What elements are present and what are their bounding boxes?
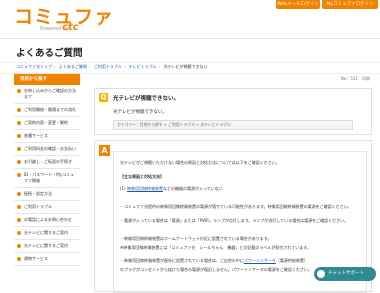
breadcrumb-item[interactable]: ご利用トラブル <box>94 64 122 69</box>
sidebar-item[interactable]: ID・パスワード・Myコミュファ情報 <box>14 169 80 188</box>
answer-intro: 光テレビがご視聴いただけない場合の原因と対処方法については以下をご確認ください。 <box>120 160 280 165</box>
bullet-icon <box>17 121 21 125</box>
bullet-icon <box>17 147 21 151</box>
sidebar-item[interactable]: お申し込みからご確認の方法まで <box>14 85 80 104</box>
sidebar-item[interactable]: お引越し・ご転居の手続き <box>14 156 80 169</box>
question-text: 光テレビが視聴できない。 <box>113 110 167 115</box>
answer-text-6: のプラグがコンセントから抜けた場合の電源が復旧しません。パワーインサータの電源を… <box>120 267 312 272</box>
breadcrumb-current: 光テレビが視聴できない <box>163 64 208 69</box>
logo-ctc: ctc <box>62 22 79 33</box>
sidebar-item[interactable]: ご利用トラブル <box>14 201 80 214</box>
bullet-icon <box>17 134 21 138</box>
bullet-icon <box>17 192 21 196</box>
question-badge: Q <box>99 93 108 102</box>
webmail-login-button[interactable]: Webメールログイン <box>276 0 320 9</box>
breadcrumb-item[interactable]: コミュファ光トップ <box>16 64 52 69</box>
sidebar-item[interactable]: ご契約内容・変更・解約 <box>14 117 80 130</box>
answer-item-1: (1) 映像用回線終端装置などの機器の電源が入っていない <box>120 186 223 191</box>
question-box: Q 光テレビが視聴できない。 光テレビが視聴できない。 カテゴリー：目的から探す… <box>94 88 372 135</box>
answer-text-5: ・映像用回線終端装置が屋外に設置されている場合は、ご自宅の中にパワーインサータ（… <box>120 258 308 263</box>
faq-number: No：511 印刷 <box>340 76 370 81</box>
bullet-icon <box>17 173 21 177</box>
answer-heading: 【主な原因と対処方法】 <box>120 174 164 179</box>
bullet-icon <box>17 205 21 209</box>
bullet-icon <box>17 244 21 248</box>
equipment-link[interactable]: 映像用回線終端装置 <box>127 186 163 191</box>
power-inserter-link[interactable]: パワーインサータ <box>244 258 276 263</box>
question-category: カテゴリー：目的から探す > ご利用トラブル > 光テレビトラブル <box>113 120 353 130</box>
chat-support-button[interactable]: チャットサポート <box>314 267 376 281</box>
sidebar-item[interactable]: 接続・設定方法 <box>14 188 80 201</box>
question-title: 光テレビが視聴できない。 <box>113 96 180 102</box>
breadcrumb-item[interactable]: テレビトラブル <box>129 64 157 69</box>
bullet-icon <box>17 89 21 93</box>
chat-icon <box>317 270 325 278</box>
answer-text-4: ※映像用回線終端装置には「コミュファ光 シールちゃん 機器」とが記載のラベルが貼… <box>120 245 311 250</box>
answer-badge: A <box>99 145 110 156</box>
bullet-icon <box>17 257 21 261</box>
sidebar: 目的から探す お申し込みからご確認の方法まで ご利用開始・開通までの流れ ご契約… <box>14 74 80 266</box>
bullet-icon <box>17 160 21 164</box>
answer-text-2: ・電源が入っている場合は「電源」または「PWR」ランプが点灯します。ランプが消灯… <box>120 218 349 223</box>
bullet-icon <box>17 231 21 235</box>
sidebar-item[interactable]: 建物サービス <box>14 253 80 266</box>
sidebar-item[interactable]: 各種サービス <box>14 130 80 143</box>
sidebar-item[interactable]: 光テレビに関するご案内 <box>14 227 80 240</box>
bullet-icon <box>17 108 21 112</box>
chat-support-label: チャットサポート <box>328 271 364 276</box>
sidebar-item[interactable]: ご利用開始・開通までの流れ <box>14 104 80 117</box>
breadcrumb-item[interactable]: よくあるご質問 <box>59 64 87 69</box>
page-title: よくあるご質問 <box>16 48 83 59</box>
sidebar-item[interactable]: ご利用料金の確認・お支払い <box>14 143 80 156</box>
sidebar-item[interactable]: お電話によるお問い合わせ <box>14 214 80 227</box>
bullet-icon <box>17 218 21 222</box>
site-header: コミュファ Powered by ctc Webメールログイン Myコミュファロ… <box>0 0 380 39</box>
mycommufa-login-button[interactable]: Myコミュファログイン <box>322 0 378 9</box>
answer-text-3: ・映像用回線終端装置はホームゲートウェイ付近に設置されている場合があります。 <box>120 236 272 241</box>
answer-text-1: ・コミュファ光提供の映像用回線終端装置の電源が落ちている可能性があります。映像用… <box>120 204 352 209</box>
breadcrumb: コミュファ光トップ › よくあるご質問 › ご利用トラブル › テレビトラブル › 光テ… <box>16 64 208 69</box>
sidebar-heading: 目的から探す <box>14 74 80 85</box>
sidebar-item[interactable]: 光テレビに関するご案内 <box>14 240 80 253</box>
